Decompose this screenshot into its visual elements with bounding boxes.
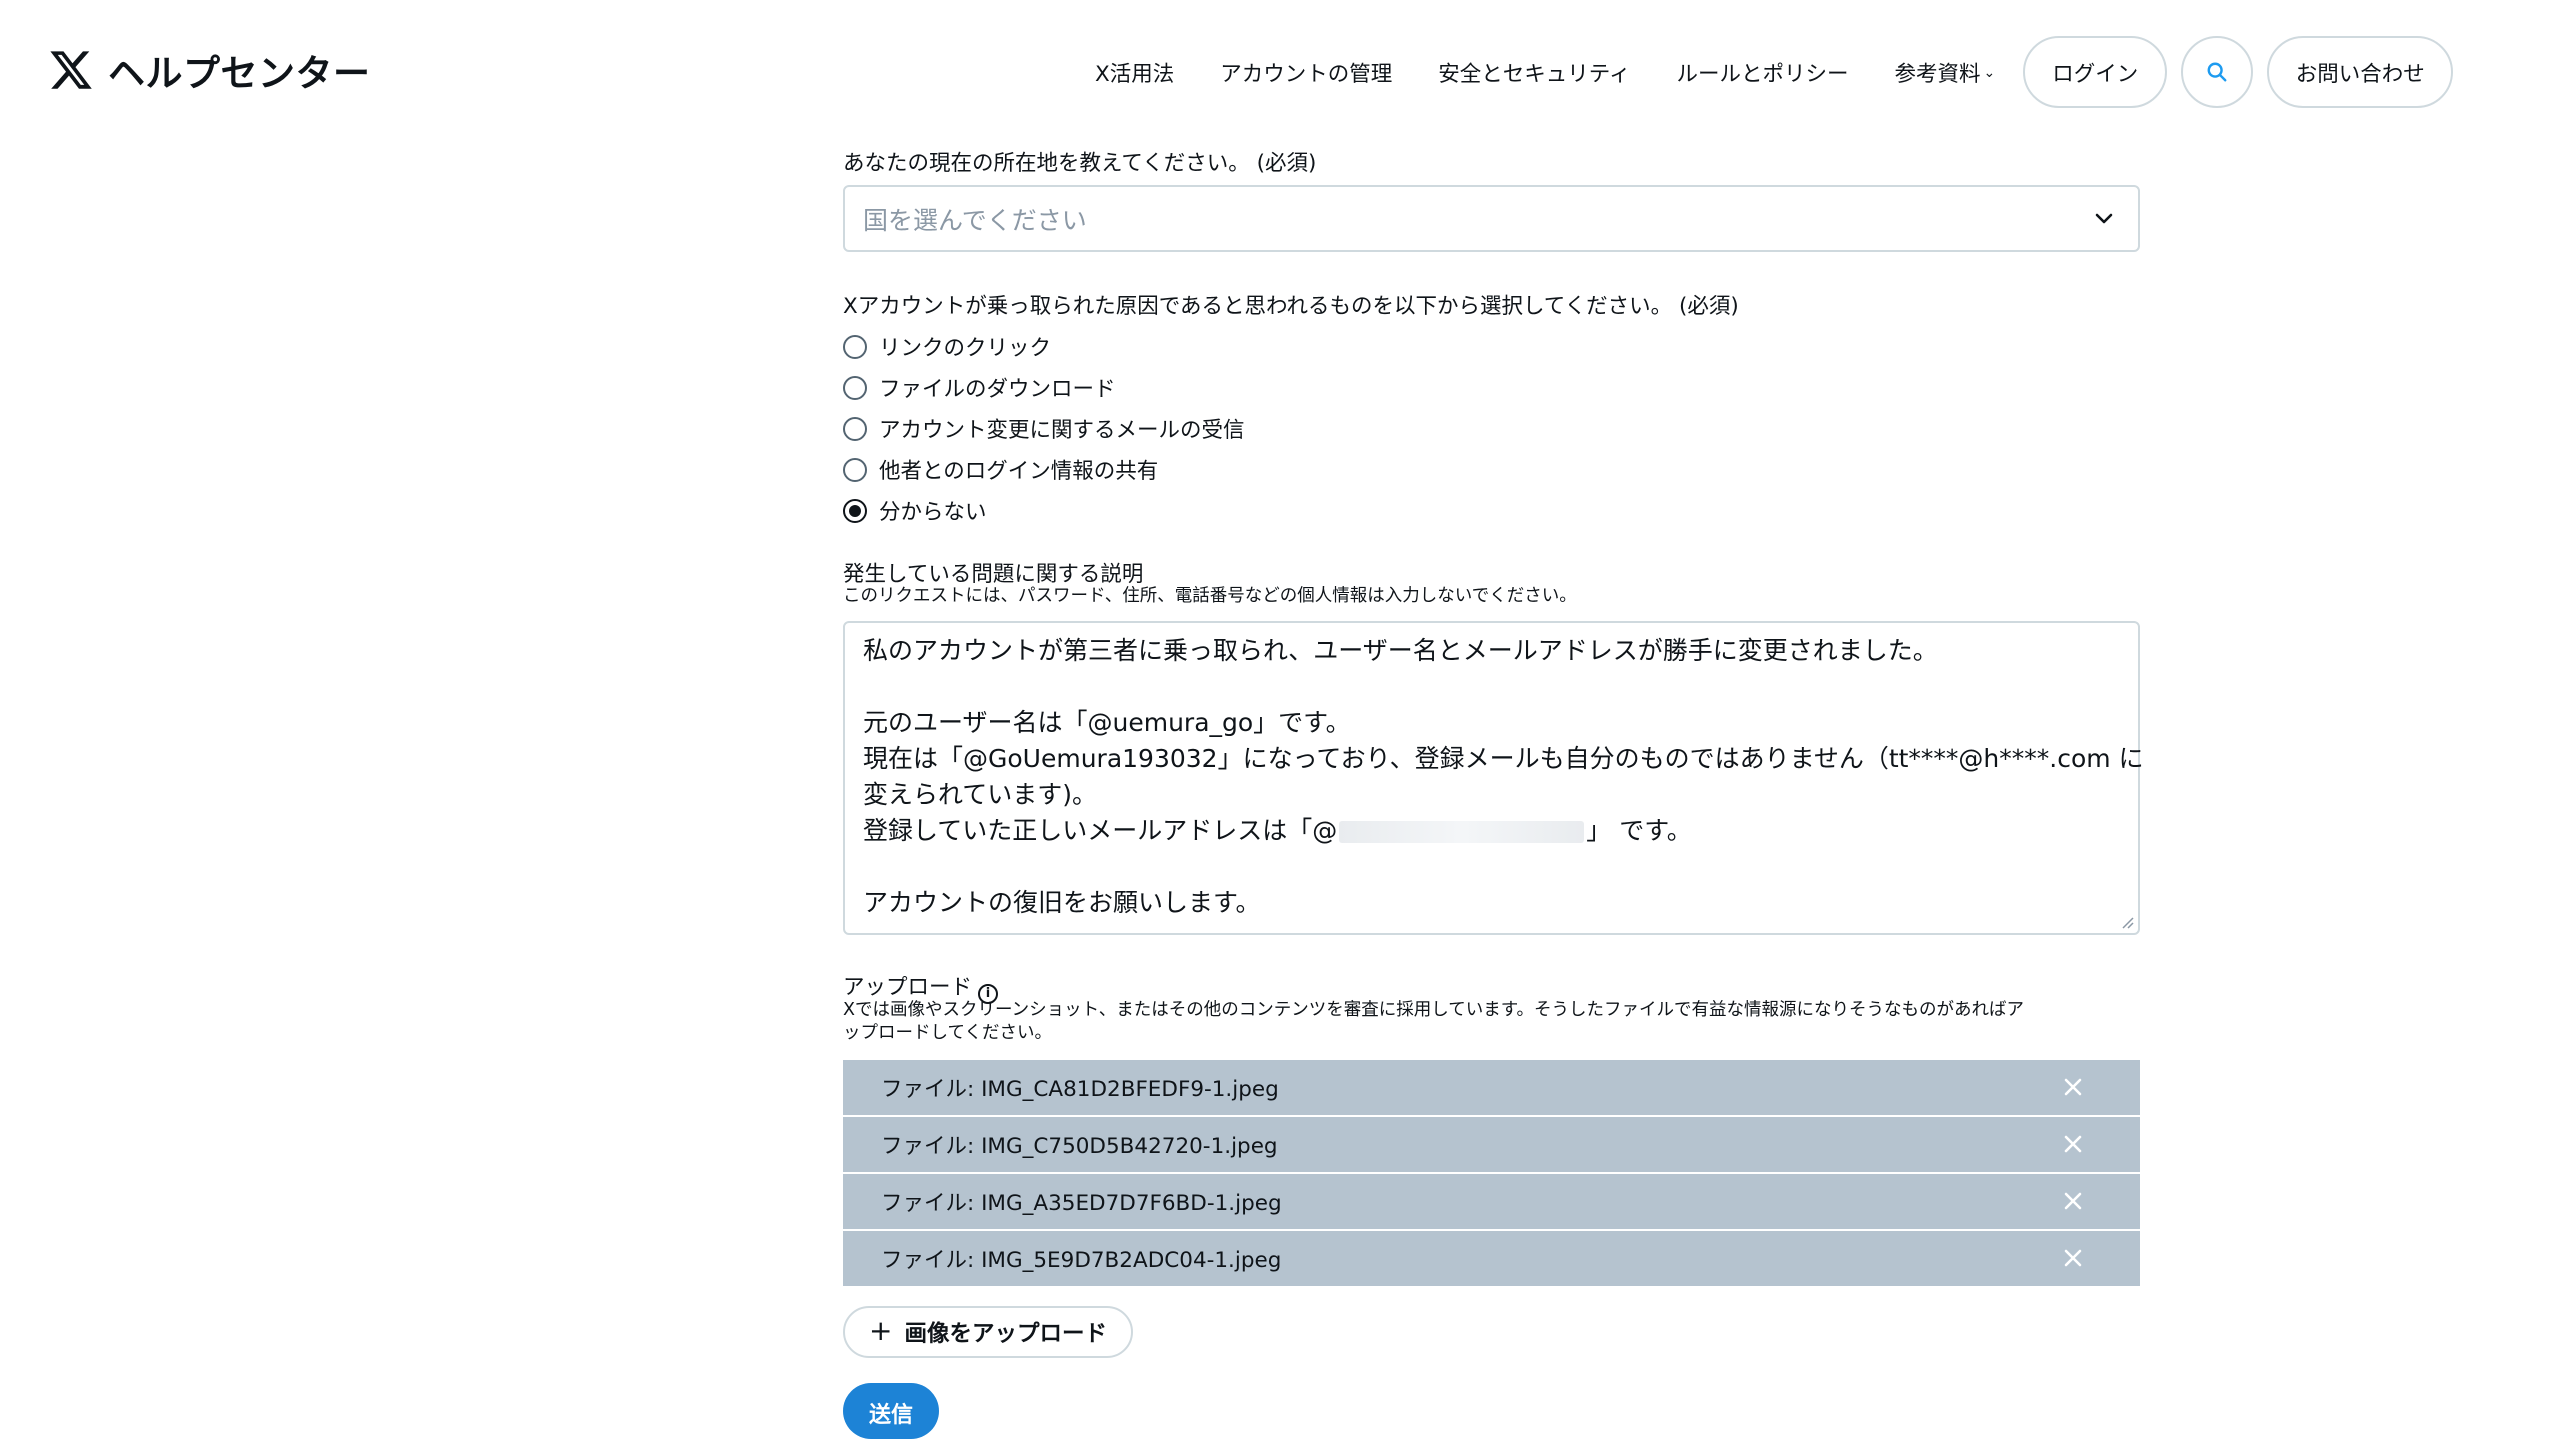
upload-note: ップロードしてください。 xyxy=(843,1023,1052,1043)
remove-file-close-icon[interactable] xyxy=(2060,1074,2086,1100)
radio-option-label: 分からない xyxy=(879,500,987,525)
radio-option-shared-login[interactable]: 他者とのログイン情報の共有 xyxy=(843,454,1158,485)
radio-button[interactable] xyxy=(843,375,867,400)
login-button[interactable]: ログイン xyxy=(2023,36,2168,108)
description-line: 現在は「@GoUemura193032」になっており、登録メールも自分のものでは… xyxy=(863,744,2144,773)
description-line xyxy=(863,669,2120,705)
nav-link-account[interactable]: アカウントの管理 xyxy=(1220,57,1392,88)
nav-link-resources-label: 参考資料 xyxy=(1894,61,1981,87)
chevron-down-icon xyxy=(2095,213,2113,224)
uploaded-file-row: ファイル: IMG_C750D5B42720-1.jpeg xyxy=(843,1117,2140,1172)
nav-link-resources[interactable]: 参考資料 ⌄ xyxy=(1894,57,1995,88)
description-line xyxy=(863,849,2120,885)
nav-link-safety[interactable]: 安全とセキュリティ xyxy=(1438,57,1630,88)
plus-icon: + xyxy=(869,1314,893,1347)
radio-option-label: アカウント変更に関するメールの受信 xyxy=(879,418,1245,443)
radio-button[interactable] xyxy=(843,416,867,441)
radio-option-account-email[interactable]: アカウント変更に関するメールの受信 xyxy=(843,413,1245,444)
description-textarea[interactable]: 私のアカウントが第三者に乗っ取られ、ユーザー名とメールアドレスが勝手に変更されま… xyxy=(843,621,2144,935)
upload-label: アップロード xyxy=(843,975,973,1000)
uploaded-file-row: ファイル: IMG_5E9D7B2ADC04-1.jpeg xyxy=(843,1231,2140,1286)
brand[interactable]: ヘルプセンター xyxy=(48,42,371,98)
radio-option-link-click[interactable]: リンクのクリック xyxy=(843,331,1051,362)
description-line: 変えられています)。 xyxy=(863,780,1098,809)
radio-button[interactable] xyxy=(843,334,867,359)
remove-file-close-icon[interactable] xyxy=(2060,1245,2086,1271)
radio-option-file-download[interactable]: ファイルのダウンロード xyxy=(843,372,1116,403)
file-name: ファイル: IMG_A35ED7D7F6BD-1.jpeg xyxy=(881,1191,1282,1216)
description-label: 発生している問題に関する説明 xyxy=(843,562,1144,587)
radio-option-label: リンクのクリック xyxy=(879,336,1052,361)
chevron-down-icon: ⌄ xyxy=(1983,65,1996,81)
radio-option-label: 他者とのログイン情報の共有 xyxy=(879,459,1159,484)
top-nav: X活用法 アカウントの管理 安全とセキュリティ ルールとポリシー 参考資料 ⌄ … xyxy=(1095,36,2454,108)
cause-label: Xアカウントが乗っ取られた原因であると思われるものを以下から選択してください。 … xyxy=(843,294,1739,319)
remove-file-close-icon[interactable] xyxy=(2060,1131,2086,1157)
country-select[interactable]: 国を選んでください xyxy=(843,185,2140,252)
description-note: このリクエストには、パスワード、住所、電話番号などの個人情報は入力しないでくださ… xyxy=(843,586,1577,606)
description-line: 元のユーザー名は「@uemura_go」です。 xyxy=(863,708,1351,737)
upload-image-button[interactable]: + 画像をアップロード xyxy=(843,1306,1133,1358)
submit-button-label: 送信 xyxy=(868,1403,913,1428)
resize-handle-icon[interactable] xyxy=(2120,915,2134,929)
description-line-with-redaction: 登録していた正しいメールアドレスは「@ 」 です。 xyxy=(863,813,2120,849)
upload-note: Xでは画像やスクリーンショット、またはその他のコンテンツを審査に採用しています。… xyxy=(843,1000,2024,1020)
remove-file-close-icon[interactable] xyxy=(2060,1188,2086,1214)
upload-image-button-label: 画像をアップロード xyxy=(904,1321,1107,1347)
file-name: ファイル: IMG_5E9D7B2ADC04-1.jpeg xyxy=(881,1248,1282,1273)
radio-option-unknown[interactable]: 分からない xyxy=(843,495,987,526)
contact-button[interactable]: お問い合わせ xyxy=(2267,36,2454,108)
location-label: あなたの現在の所在地を教えてください。 (必須) xyxy=(843,151,1317,176)
login-button-label: ログイン xyxy=(2052,61,2139,87)
description-text: 」 です。 xyxy=(1586,816,1692,845)
x-logo-icon xyxy=(50,51,92,89)
search-icon xyxy=(2207,62,2227,82)
radio-button[interactable] xyxy=(843,457,867,482)
nav-link-how-to[interactable]: X活用法 xyxy=(1095,57,1174,88)
nav-link-rules[interactable]: ルールとポリシー xyxy=(1676,57,1848,88)
description-text: 登録していた正しいメールアドレスは「@ xyxy=(863,816,1338,845)
file-name: ファイル: IMG_CA81D2BFEDF9-1.jpeg xyxy=(881,1077,1279,1102)
uploaded-file-row: ファイル: IMG_CA81D2BFEDF9-1.jpeg xyxy=(843,1060,2140,1115)
file-name: ファイル: IMG_C750D5B42720-1.jpeg xyxy=(881,1134,1278,1159)
uploaded-file-row: ファイル: IMG_A35ED7D7F6BD-1.jpeg xyxy=(843,1174,2140,1229)
search-button[interactable] xyxy=(2181,36,2254,108)
description-line: 私のアカウントが第三者に乗っ取られ、ユーザー名とメールアドレスが勝手に変更されま… xyxy=(863,636,1938,665)
description-line: アカウントの復旧をお願いします。 xyxy=(863,888,1261,917)
radio-button-selected[interactable] xyxy=(843,498,867,523)
country-select-placeholder: 国を選んでください xyxy=(863,205,1087,235)
site-header: ヘルプセンター X活用法 アカウントの管理 安全とセキュリティ ルールとポリシー… xyxy=(0,0,2560,140)
contact-button-label: お問い合わせ xyxy=(2295,61,2425,87)
redacted-email-blur xyxy=(1339,821,1585,843)
radio-option-label: ファイルのダウンロード xyxy=(879,377,1116,402)
submit-button[interactable]: 送信 xyxy=(843,1383,939,1439)
brand-title: ヘルプセンター xyxy=(108,52,371,95)
